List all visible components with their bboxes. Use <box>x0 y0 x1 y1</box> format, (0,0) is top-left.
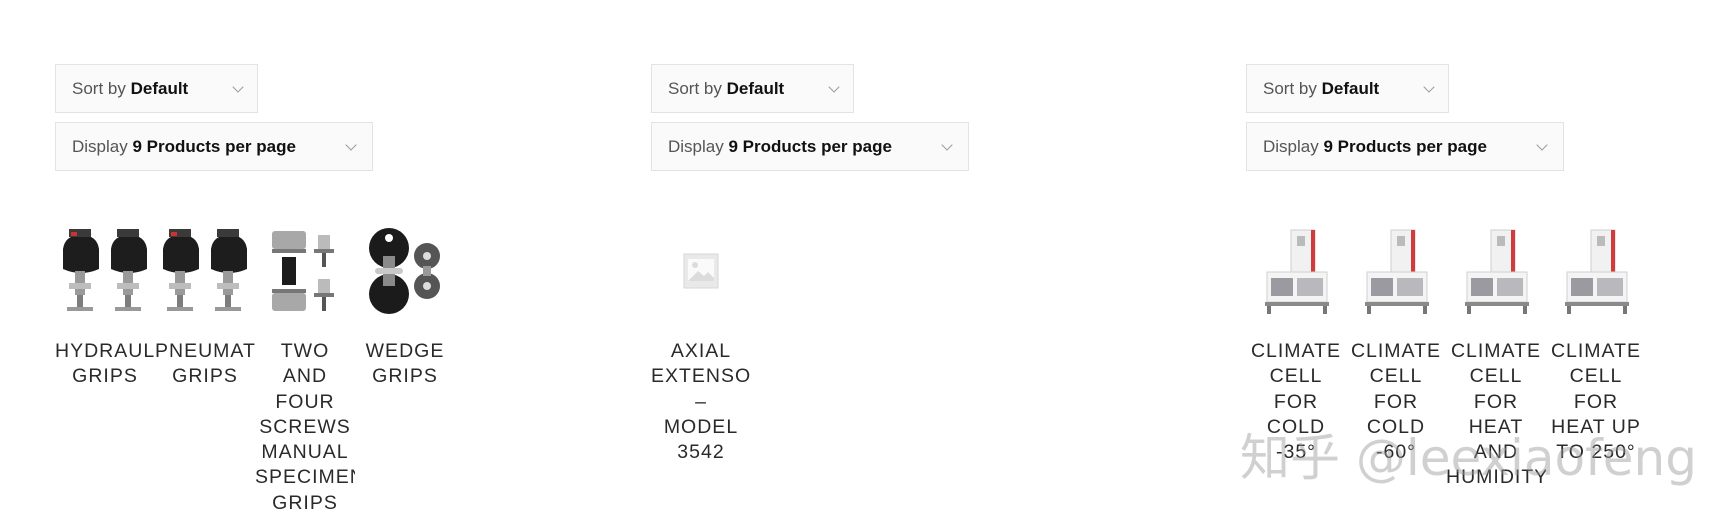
climate-cell-image[interactable] <box>1346 221 1446 321</box>
chevron-down-icon <box>828 81 840 93</box>
display-value: 9 Products per page <box>1323 137 1487 156</box>
hydraulic-grips-image[interactable] <box>55 221 155 321</box>
display-value: 9 Products per page <box>132 137 296 156</box>
product-title[interactable]: CLIMATE CELL FOR COLD -60° <box>1346 339 1446 519</box>
chevron-down-icon <box>1536 139 1548 151</box>
sort-by-select[interactable]: Sort by Default <box>651 64 854 113</box>
image-placeholder-icon <box>683 253 719 289</box>
products-per-page-select[interactable]: Display 9 Products per page <box>55 122 373 171</box>
sort-value: Default <box>130 79 189 98</box>
products-per-page-select[interactable]: Display 9 Products per page <box>1246 122 1564 171</box>
display-prefix: Display <box>1263 137 1319 156</box>
product-title[interactable]: CLIMATE CELL FOR COLD -35° <box>1246 339 1346 519</box>
sort-prefix: Sort by <box>72 79 126 98</box>
placeholder-image[interactable] <box>651 221 751 321</box>
product-title[interactable]: TWO AND FOUR SCREWS MANUAL SPECIMEN GRIP… <box>255 339 355 519</box>
product-title[interactable]: HYDRAULIC GRIPS <box>55 339 155 519</box>
product-title[interactable]: PNEUMATIC GRIPS <box>155 339 255 519</box>
climate-cell-image[interactable] <box>1446 221 1546 321</box>
display-prefix: Display <box>668 137 724 156</box>
wedge-grips-image[interactable] <box>355 221 455 321</box>
product-title[interactable]: WEDGE GRIPS <box>355 339 455 519</box>
chevron-down-icon <box>345 139 357 151</box>
chevron-down-icon <box>232 81 244 93</box>
sort-prefix: Sort by <box>1263 79 1317 98</box>
display-value: 9 Products per page <box>728 137 892 156</box>
pneumatic-grips-image[interactable] <box>155 221 255 321</box>
sort-by-select[interactable]: Sort by Default <box>1246 64 1449 113</box>
screw-grips-image[interactable] <box>255 221 355 321</box>
product-title[interactable]: CLIMATE CELL FOR HEAT UP TO 250° <box>1546 339 1646 519</box>
sort-by-select[interactable]: Sort by Default <box>55 64 258 113</box>
product-title[interactable]: AXIAL EXTENSOMETER – MODEL 3542 <box>651 339 751 519</box>
display-prefix: Display <box>72 137 128 156</box>
product-title[interactable]: CLIMATE CELL FOR HEAT AND HUMIDITY <box>1446 339 1546 519</box>
climate-cell-image[interactable] <box>1546 221 1646 321</box>
sort-prefix: Sort by <box>668 79 722 98</box>
climate-cell-image[interactable] <box>1246 221 1346 321</box>
sort-value: Default <box>1321 79 1380 98</box>
chevron-down-icon <box>1423 81 1435 93</box>
chevron-down-icon <box>941 139 953 151</box>
sort-value: Default <box>726 79 785 98</box>
products-per-page-select[interactable]: Display 9 Products per page <box>651 122 969 171</box>
